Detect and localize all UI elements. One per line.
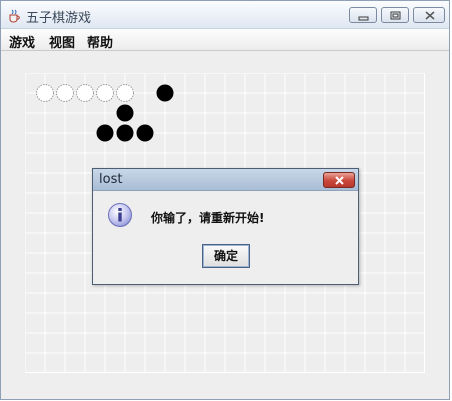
close-icon <box>425 11 435 20</box>
white-stone <box>96 84 114 102</box>
ok-button[interactable]: 确定 <box>202 244 250 268</box>
menu-help[interactable]: 帮助 <box>87 32 113 51</box>
dialog-title: lost <box>99 172 123 187</box>
info-icon <box>107 202 133 228</box>
menu-game[interactable]: 游戏 <box>9 32 35 51</box>
black-stone <box>116 124 134 142</box>
white-stone <box>76 84 94 102</box>
main-window: 五子棋游戏 游戏 视图 帮助 lost 你输了，请重新开始! 确定 <box>0 0 450 400</box>
maximize-icon <box>390 11 401 20</box>
white-stone <box>116 84 134 102</box>
dialog-message: 你输了，请重新开始! <box>151 211 265 225</box>
black-stone <box>156 84 174 102</box>
title-bar[interactable]: 五子棋游戏 <box>1 1 449 29</box>
menu-view[interactable]: 视图 <box>49 32 75 51</box>
lost-dialog: lost 你输了，请重新开始! 确定 <box>92 168 359 285</box>
dialog-title-bar[interactable]: lost <box>93 169 358 191</box>
java-cup-icon <box>7 8 21 23</box>
maximize-button[interactable] <box>381 7 409 23</box>
black-stone <box>116 104 134 122</box>
minimize-button[interactable] <box>349 7 377 23</box>
black-stone <box>136 124 154 142</box>
dialog-close-button[interactable] <box>323 172 355 188</box>
close-icon <box>335 176 344 185</box>
minimize-icon <box>358 16 369 21</box>
close-button[interactable] <box>413 7 445 23</box>
white-stone <box>36 84 54 102</box>
window-title: 五子棋游戏 <box>26 11 92 26</box>
white-stone <box>56 84 74 102</box>
menu-bar: 游戏 视图 帮助 <box>1 29 449 51</box>
black-stone <box>96 124 114 142</box>
